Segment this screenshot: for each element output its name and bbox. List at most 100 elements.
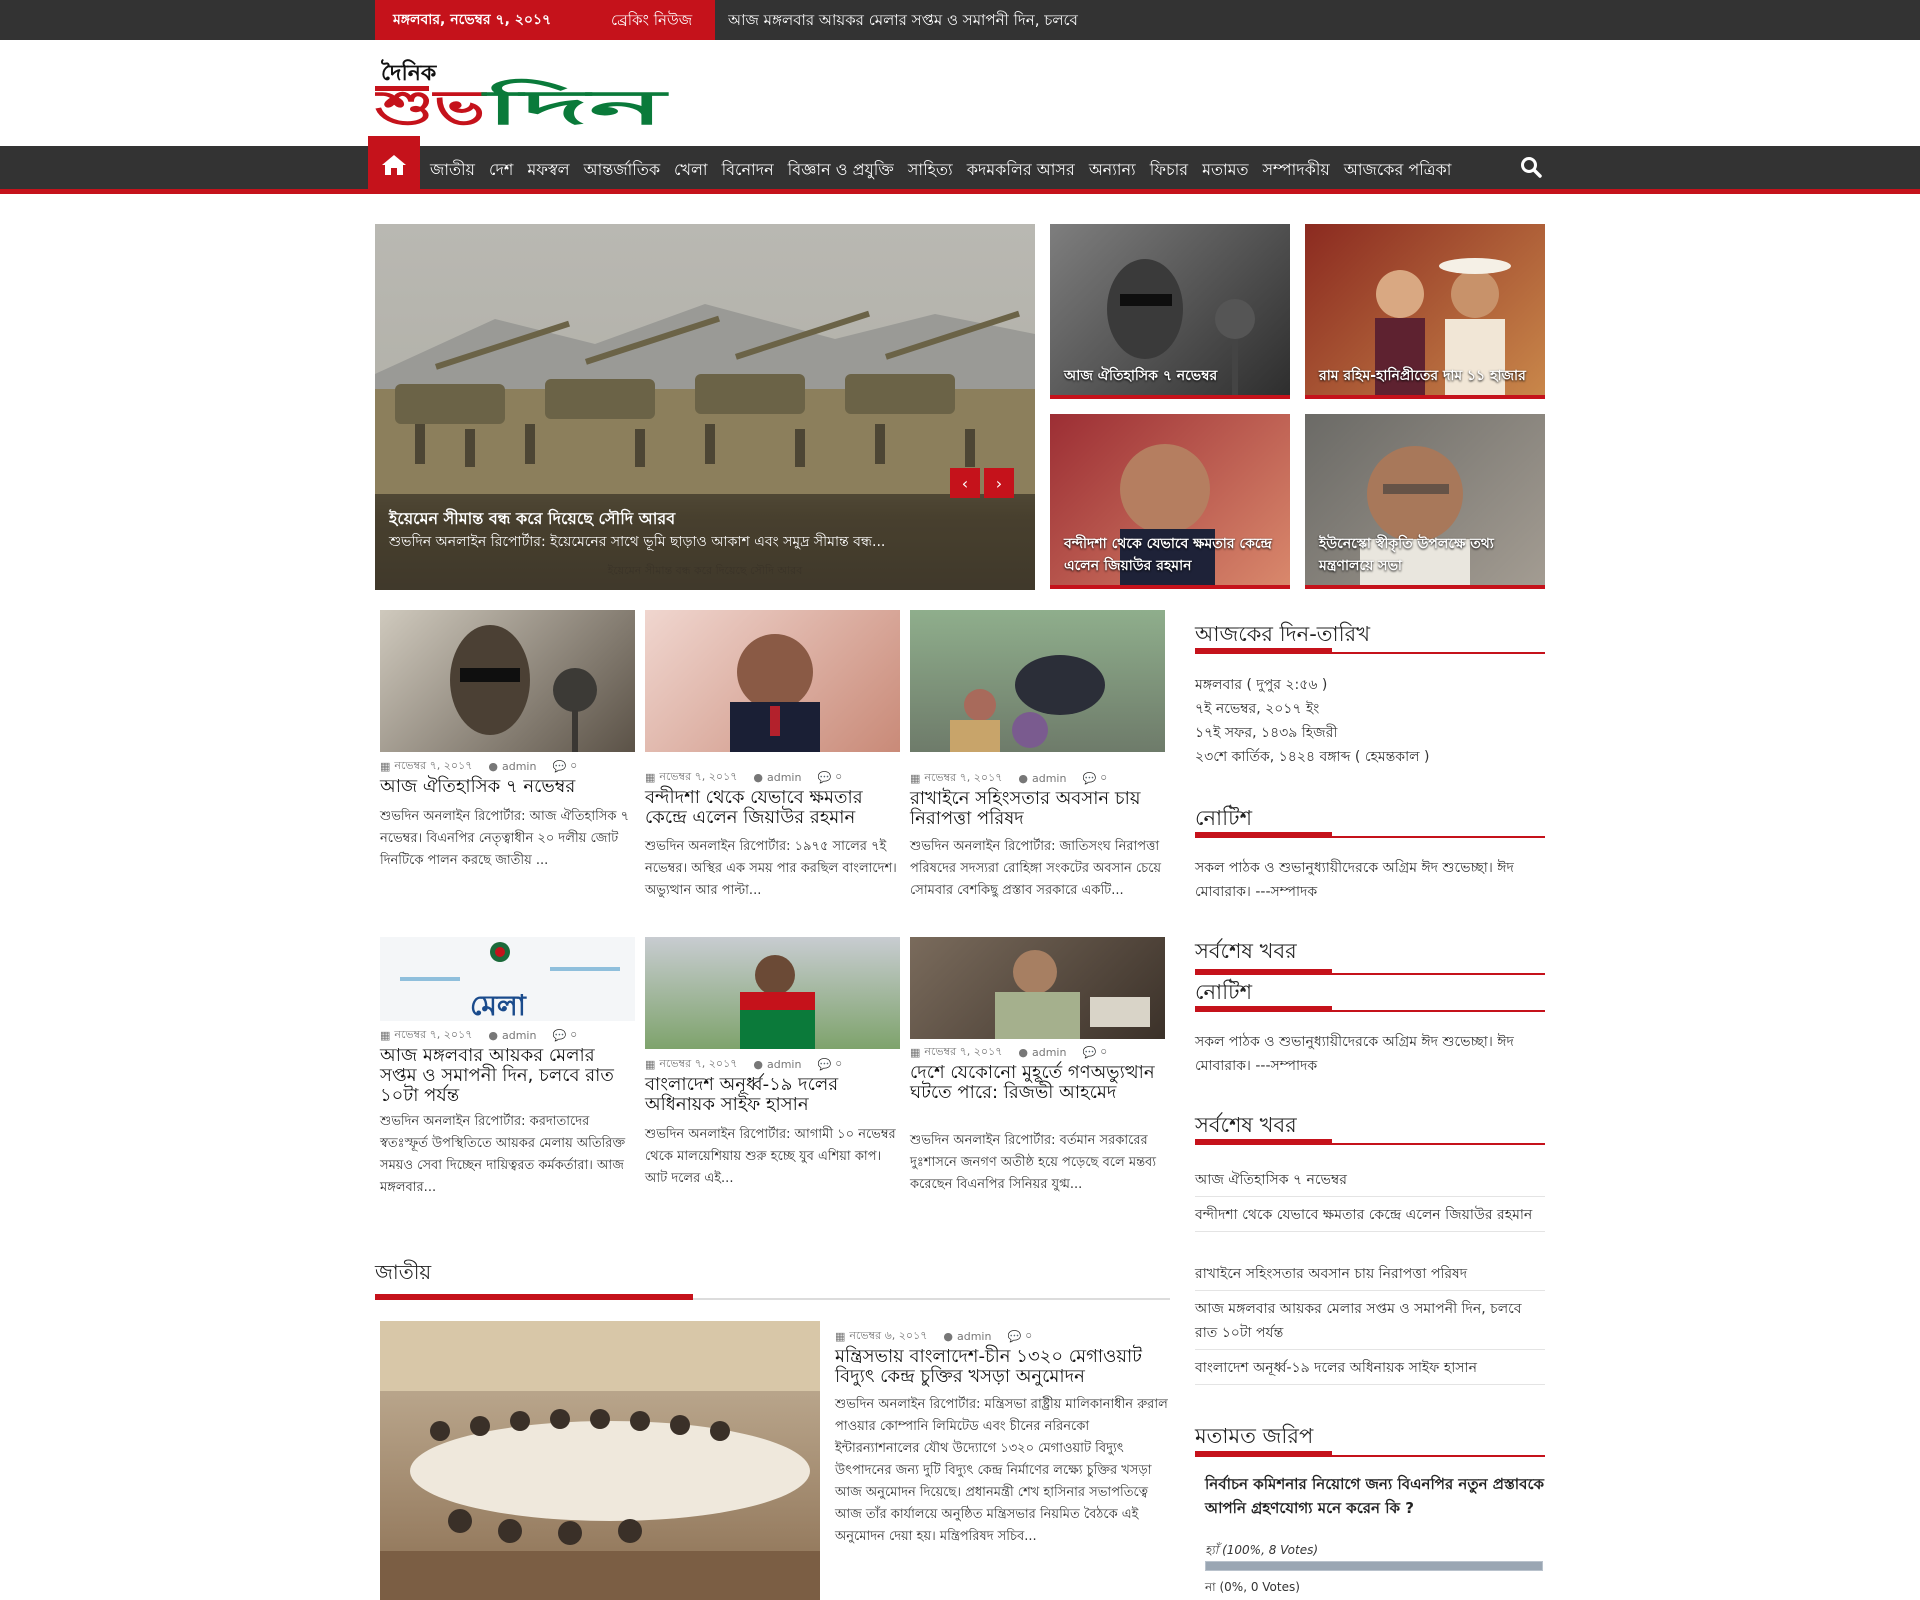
article-excerpt: শুভদিন অনলাইন রিপোর্টার: আজ ঐতিহাসিক ৭ ন… — [380, 809, 630, 868]
slider-image — [375, 304, 1035, 494]
user-icon: ● — [488, 760, 498, 773]
slider-prev-button[interactable]: ‹ — [950, 468, 980, 498]
article-image[interactable] — [380, 1321, 820, 1600]
comment-icon: 💬 — [1082, 772, 1097, 785]
search-button[interactable] — [1520, 156, 1542, 180]
article-title[interactable]: রাখাইনে সহিংসতার অবসান চায় নিরাপত্তা পর… — [910, 789, 1165, 829]
widget-title-latest: সর্বশেষ খবর — [1195, 939, 1297, 963]
latest-news-link[interactable]: বাংলাদেশ অনূর্ধ্ব-১৯ দলের অধিনায়ক সাইফ … — [1195, 1356, 1545, 1385]
breaking-news-ticker[interactable]: আজ মঙ্গলবার আয়কর মেলার সপ্তম ও সমাপনী দ… — [728, 0, 1428, 40]
comment-icon: 💬 — [1007, 1330, 1022, 1343]
poll-option-yes: হ্যাঁ (100%, 8 Votes) — [1205, 1542, 1318, 1562]
poll-option-label: হ্যাঁ — [1205, 1543, 1219, 1557]
today-line: মঙ্গলবার ( দুপুর ২:৫৬ ) — [1195, 677, 1328, 693]
featured-slider[interactable]: ইয়েমেন সীমান্ত বন্ধ করে দিয়েছে সৌদি আর… — [375, 224, 1035, 590]
user-icon: ● — [1018, 1046, 1028, 1059]
calendar-icon: ▦ — [910, 772, 921, 785]
article-meta: ▦ নভেম্বর ৭, ২০১৭ ● admin 💬 ০ — [380, 1028, 578, 1042]
article-image[interactable] — [910, 937, 1165, 1039]
nav-item[interactable]: জাতীয় — [423, 157, 482, 184]
article-excerpt: শুভদিন অনলাইন রিপোর্টার: মন্ত্রিসভা রাষ্… — [835, 1397, 1168, 1544]
latest-news-link[interactable]: আজ মঙ্গলবার আয়কর মেলার সপ্তম ও সমাপনী দ… — [1195, 1297, 1545, 1350]
featured-tile[interactable]: বন্দীদশা থেকে যেভাবে ক্ষমতার কেন্দ্রে এল… — [1050, 414, 1290, 589]
site-logo[interactable]: দৈনিক শুভ দিন — [372, 58, 675, 136]
user-icon: ● — [943, 1330, 953, 1343]
article-image[interactable] — [380, 610, 635, 752]
comment-icon: 💬 — [552, 760, 567, 773]
slider-excerpt: শুভদিন অনলাইন রিপোর্টার: ইয়েমেনের সাথে … — [389, 534, 886, 550]
article-title[interactable]: বাংলাদেশ অনূর্ধ্ব-১৯ দলের অধিনায়ক সাইফ … — [645, 1075, 900, 1115]
nav-item[interactable]: বিনোদন — [715, 157, 781, 184]
latest-news-link[interactable]: বন্দীদশা থেকে যেভাবে ক্ষমতার কেন্দ্রে এল… — [1195, 1203, 1545, 1232]
home-icon — [382, 155, 406, 175]
article-excerpt: শুভদিন অনলাইন রিপোর্টার: আগামী ১০ নভেম্ব… — [645, 1127, 896, 1186]
search-icon — [1521, 157, 1542, 178]
comment-icon: 💬 — [552, 1029, 567, 1042]
widget-divider-accent — [1195, 648, 1332, 654]
nav-item[interactable]: মতামত — [1195, 157, 1255, 184]
svg-text:মেলা: মেলা — [470, 989, 527, 1021]
nav-item[interactable]: বিজ্ঞান ও প্রযুক্তি — [781, 157, 901, 184]
article-photo — [995, 950, 1150, 1039]
article-image[interactable]: মেলা — [380, 937, 635, 1021]
slider-next-button[interactable]: › — [984, 468, 1014, 498]
nav-item[interactable]: মফস্বল — [520, 157, 576, 184]
featured-tile[interactable]: ইউনেস্কো স্বীকৃতি উপলক্ষে তথ্য মন্ত্রণাল… — [1305, 414, 1545, 589]
calendar-icon: ▦ — [835, 1330, 846, 1343]
poll-option-stats: (100%, 8 Votes) — [1222, 1543, 1319, 1557]
latest-news-link[interactable]: আজ ঐতিহাসিক ৭ নভেম্বর — [1195, 1168, 1545, 1197]
calendar-icon: ▦ — [380, 1029, 391, 1042]
user-icon: ● — [1018, 772, 1028, 785]
current-date: মঙ্গলবার, নভেম্বর ৭, ২০১৭ — [375, 0, 591, 40]
nav-item[interactable]: আন্তর্জাতিক — [577, 157, 667, 184]
article-title[interactable]: মন্ত্রিসভায় বাংলাদেশ-চীন ১৩২০ মেগাওয়াট… — [835, 1347, 1175, 1387]
slider-title[interactable]: ইয়েমেন সীমান্ত বন্ধ করে দিয়েছে সৌদি আর… — [389, 506, 675, 533]
nav-item[interactable]: দেশ — [482, 157, 520, 184]
poll-bar-fill — [1206, 1562, 1542, 1570]
featured-tile[interactable]: আজ ঐতিহাসিক ৭ নভেম্বর — [1050, 224, 1290, 399]
article-title[interactable]: দেশে যেকোনো মুহূর্তে গণঅভ্যুত্থান ঘটতে প… — [910, 1063, 1165, 1103]
nav-menu: জাতীয় দেশ মফস্বল আন্তর্জাতিক খেলা বিনোদন বিজ্… — [423, 146, 1458, 194]
article-title[interactable]: বন্দীদশা থেকে যেভাবে ক্ষমতার কেন্দ্রে এল… — [645, 788, 900, 828]
featured-tile[interactable]: রাম রহিম-হানিপ্রীতের দাম ১১ হাজার — [1305, 224, 1545, 399]
nav-item[interactable]: সাহিত্য — [901, 157, 960, 184]
article-photo — [950, 655, 1105, 752]
chevron-left-icon: ‹ — [961, 473, 969, 493]
nav-item[interactable]: অন্যান্য — [1082, 157, 1143, 184]
widget-title-poll: মতামত জরিপ — [1195, 1424, 1314, 1448]
notice-text: সকল পাঠক ও শুভানুধ্যায়ীদেরকে অগ্রিম ঈদ … — [1195, 1034, 1514, 1074]
user-icon: ● — [488, 1029, 498, 1042]
nav-item[interactable]: ফিচার — [1143, 157, 1195, 184]
article-photo — [450, 625, 597, 752]
user-icon: ● — [753, 771, 763, 784]
article-excerpt: শুভদিন অনলাইন রিপোর্টার: বর্তমান সরকারের… — [910, 1133, 1157, 1192]
nav-item[interactable]: আজকের পত্রিকা — [1337, 157, 1459, 184]
article-title[interactable]: আজ ঐতিহাসিক ৭ নভেম্বর — [380, 777, 635, 797]
article-image[interactable] — [645, 937, 900, 1049]
calendar-icon: ▦ — [910, 1046, 921, 1059]
article-title[interactable]: আজ মঙ্গলবার আয়কর মেলার সপ্তম ও সমাপনী দ… — [380, 1046, 635, 1106]
article-excerpt: শুভদিন অনলাইন রিপোর্টার: জাতিসংঘ নিরাপত্… — [910, 839, 1162, 898]
article-image[interactable] — [910, 610, 1165, 752]
logo-graphic: দৈনিক শুভ দিন — [372, 59, 671, 136]
home-button[interactable] — [368, 136, 420, 194]
tile-title: বন্দীদশা থেকে যেভাবে ক্ষমতার কেন্দ্রে এল… — [1064, 536, 1272, 574]
breaking-news-label: ব্রেকিং নিউজ — [591, 0, 715, 40]
nav-item[interactable]: সম্পাদকীয় — [1255, 157, 1336, 184]
poll-question: নির্বাচন কমিশনার নিয়োগে জন্য বিএনপির নত… — [1205, 1475, 1544, 1517]
latest-news-link[interactable]: রাখাইনে সহিংসতার অবসান চায় নিরাপত্তা পর… — [1195, 1262, 1545, 1291]
article-image[interactable] — [645, 610, 900, 752]
chevron-right-icon: › — [995, 473, 1003, 493]
comment-icon: 💬 — [817, 1058, 832, 1071]
section-title-jatiyo[interactable]: জাতীয় — [375, 1258, 431, 1291]
article-meta: ▦ নভেম্বর ৭, ২০১৭ ● admin 💬 ০ — [645, 1057, 843, 1071]
today-line: ২৩শে কার্তিক, ১৪২৪ বঙ্গাব্দ ( হেমন্তকাল … — [1195, 749, 1430, 765]
tile-title: আজ ঐতিহাসিক ৭ নভেম্বর — [1064, 368, 1218, 384]
tile-title: রাম রহিম-হানিপ্রীতের দাম ১১ হাজার — [1319, 368, 1526, 384]
notice-text: সকল পাঠক ও শুভানুধ্যায়ীদেরকে অগ্রিম ঈদ … — [1195, 860, 1514, 900]
nav-item[interactable]: কদমকলির আসর — [960, 157, 1082, 184]
section-divider-accent — [375, 1294, 693, 1300]
nav-item[interactable]: খেলা — [667, 157, 715, 184]
widget-divider-accent — [1195, 1006, 1332, 1012]
poll-bar-yes — [1205, 1561, 1543, 1571]
